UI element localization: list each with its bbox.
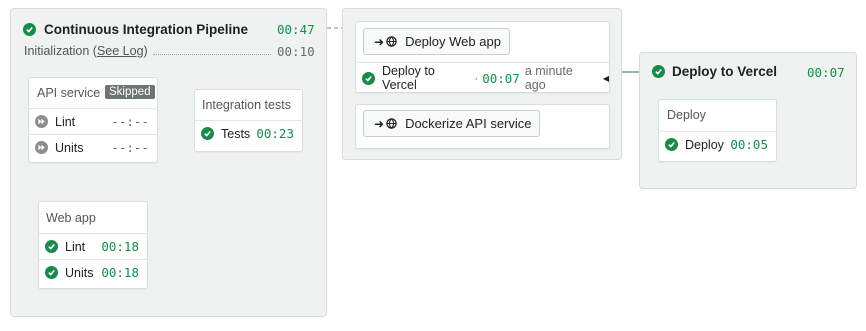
deploy-pipeline-title: Deploy to Vercel — [672, 64, 778, 79]
check-circle-icon — [45, 266, 58, 279]
check-circle-icon — [652, 65, 665, 78]
deploy-web-app-button[interactable]: ➜ Deploy Web app — [363, 28, 510, 55]
deploy-status-row[interactable]: Deploy to Vercel · 00:07 a minute ago ◀ — [356, 62, 609, 93]
initialization-line: Initialization ( See Log ) — [24, 44, 148, 58]
ci-pipeline-title: Continuous Integration Pipeline — [44, 22, 248, 37]
check-circle-icon — [201, 127, 214, 140]
ci-pipeline-header[interactable]: Continuous Integration Pipeline — [23, 22, 248, 37]
block-deploy[interactable]: Deploy Deploy 00:05 — [658, 99, 777, 162]
block-title: Integration tests — [202, 98, 291, 112]
promotion-dockerize-api: ➜ Dockerize API service — [355, 104, 610, 149]
job-row-units[interactable]: Units --:-- — [29, 134, 157, 160]
check-circle-icon — [362, 71, 375, 85]
block-title: API service — [37, 86, 101, 100]
deploy-pipeline-header[interactable]: Deploy to Vercel — [652, 64, 777, 79]
promotion-deploy-web-app: ➜ Deploy Web app Deploy to Vercel · 00:0… — [355, 21, 610, 93]
button-label: Dockerize API service — [405, 116, 532, 131]
initialization-duration: 00:10 — [277, 44, 315, 59]
job-name: Lint — [55, 114, 76, 129]
job-name: Tests — [221, 126, 251, 141]
fast-forward-circle-icon — [35, 141, 48, 154]
deploy-pipeline-duration: 00:07 — [807, 65, 845, 80]
deploy-status-duration: 00:07 — [482, 70, 520, 86]
job-duration: 00:23 — [256, 126, 294, 141]
job-row-deploy[interactable]: Deploy 00:05 — [659, 131, 776, 157]
job-name: Units — [55, 140, 84, 155]
button-label: Deploy Web app — [405, 34, 501, 49]
block-api-service[interactable]: API service Skipped Lint --:-- Units --:… — [28, 77, 158, 163]
initialization-label: Initialization ( — [24, 44, 97, 58]
triangle-left-icon: ◀ — [602, 73, 609, 83]
deploy-status-when: a minute ago — [524, 64, 573, 92]
job-name: Deploy — [685, 137, 724, 152]
check-circle-icon — [23, 23, 36, 36]
skipped-badge: Skipped — [105, 85, 155, 99]
deploy-status-separator: · — [474, 71, 479, 85]
globe-icon — [386, 118, 397, 129]
job-row-lint[interactable]: Lint --:-- — [29, 108, 157, 134]
block-web-app[interactable]: Web app Lint 00:18 Units 00:18 — [38, 201, 148, 289]
job-row-units[interactable]: Units 00:18 — [39, 259, 147, 285]
deploy-status-name: Deploy to Vercel — [382, 64, 435, 92]
initialization-close: ) — [143, 44, 148, 58]
ci-pipeline-duration: 00:47 — [277, 22, 315, 37]
job-duration: --:-- — [111, 140, 149, 155]
dockerize-api-service-button[interactable]: ➜ Dockerize API service — [363, 110, 540, 137]
job-duration: --:-- — [111, 114, 149, 129]
see-log-link[interactable]: See Log — [97, 44, 144, 58]
check-circle-icon — [665, 138, 678, 151]
job-row-tests[interactable]: Tests 00:23 — [195, 120, 302, 146]
globe-icon — [386, 36, 397, 47]
block-title: Web app — [46, 211, 96, 225]
arrow-right-icon: ➜ — [374, 116, 385, 131]
check-circle-icon — [45, 240, 58, 253]
job-duration: 00:05 — [730, 137, 768, 152]
arrow-right-icon: ➜ — [374, 34, 385, 49]
block-integration-tests[interactable]: Integration tests Tests 00:23 — [194, 89, 303, 152]
job-duration: 00:18 — [101, 239, 139, 254]
fast-forward-circle-icon — [35, 115, 48, 128]
job-duration: 00:18 — [101, 265, 139, 280]
job-name: Lint — [65, 239, 86, 254]
block-title: Deploy — [667, 108, 706, 122]
job-name: Units — [65, 265, 94, 280]
initialization-dotted-leader — [153, 54, 271, 55]
job-row-lint[interactable]: Lint 00:18 — [39, 233, 147, 259]
